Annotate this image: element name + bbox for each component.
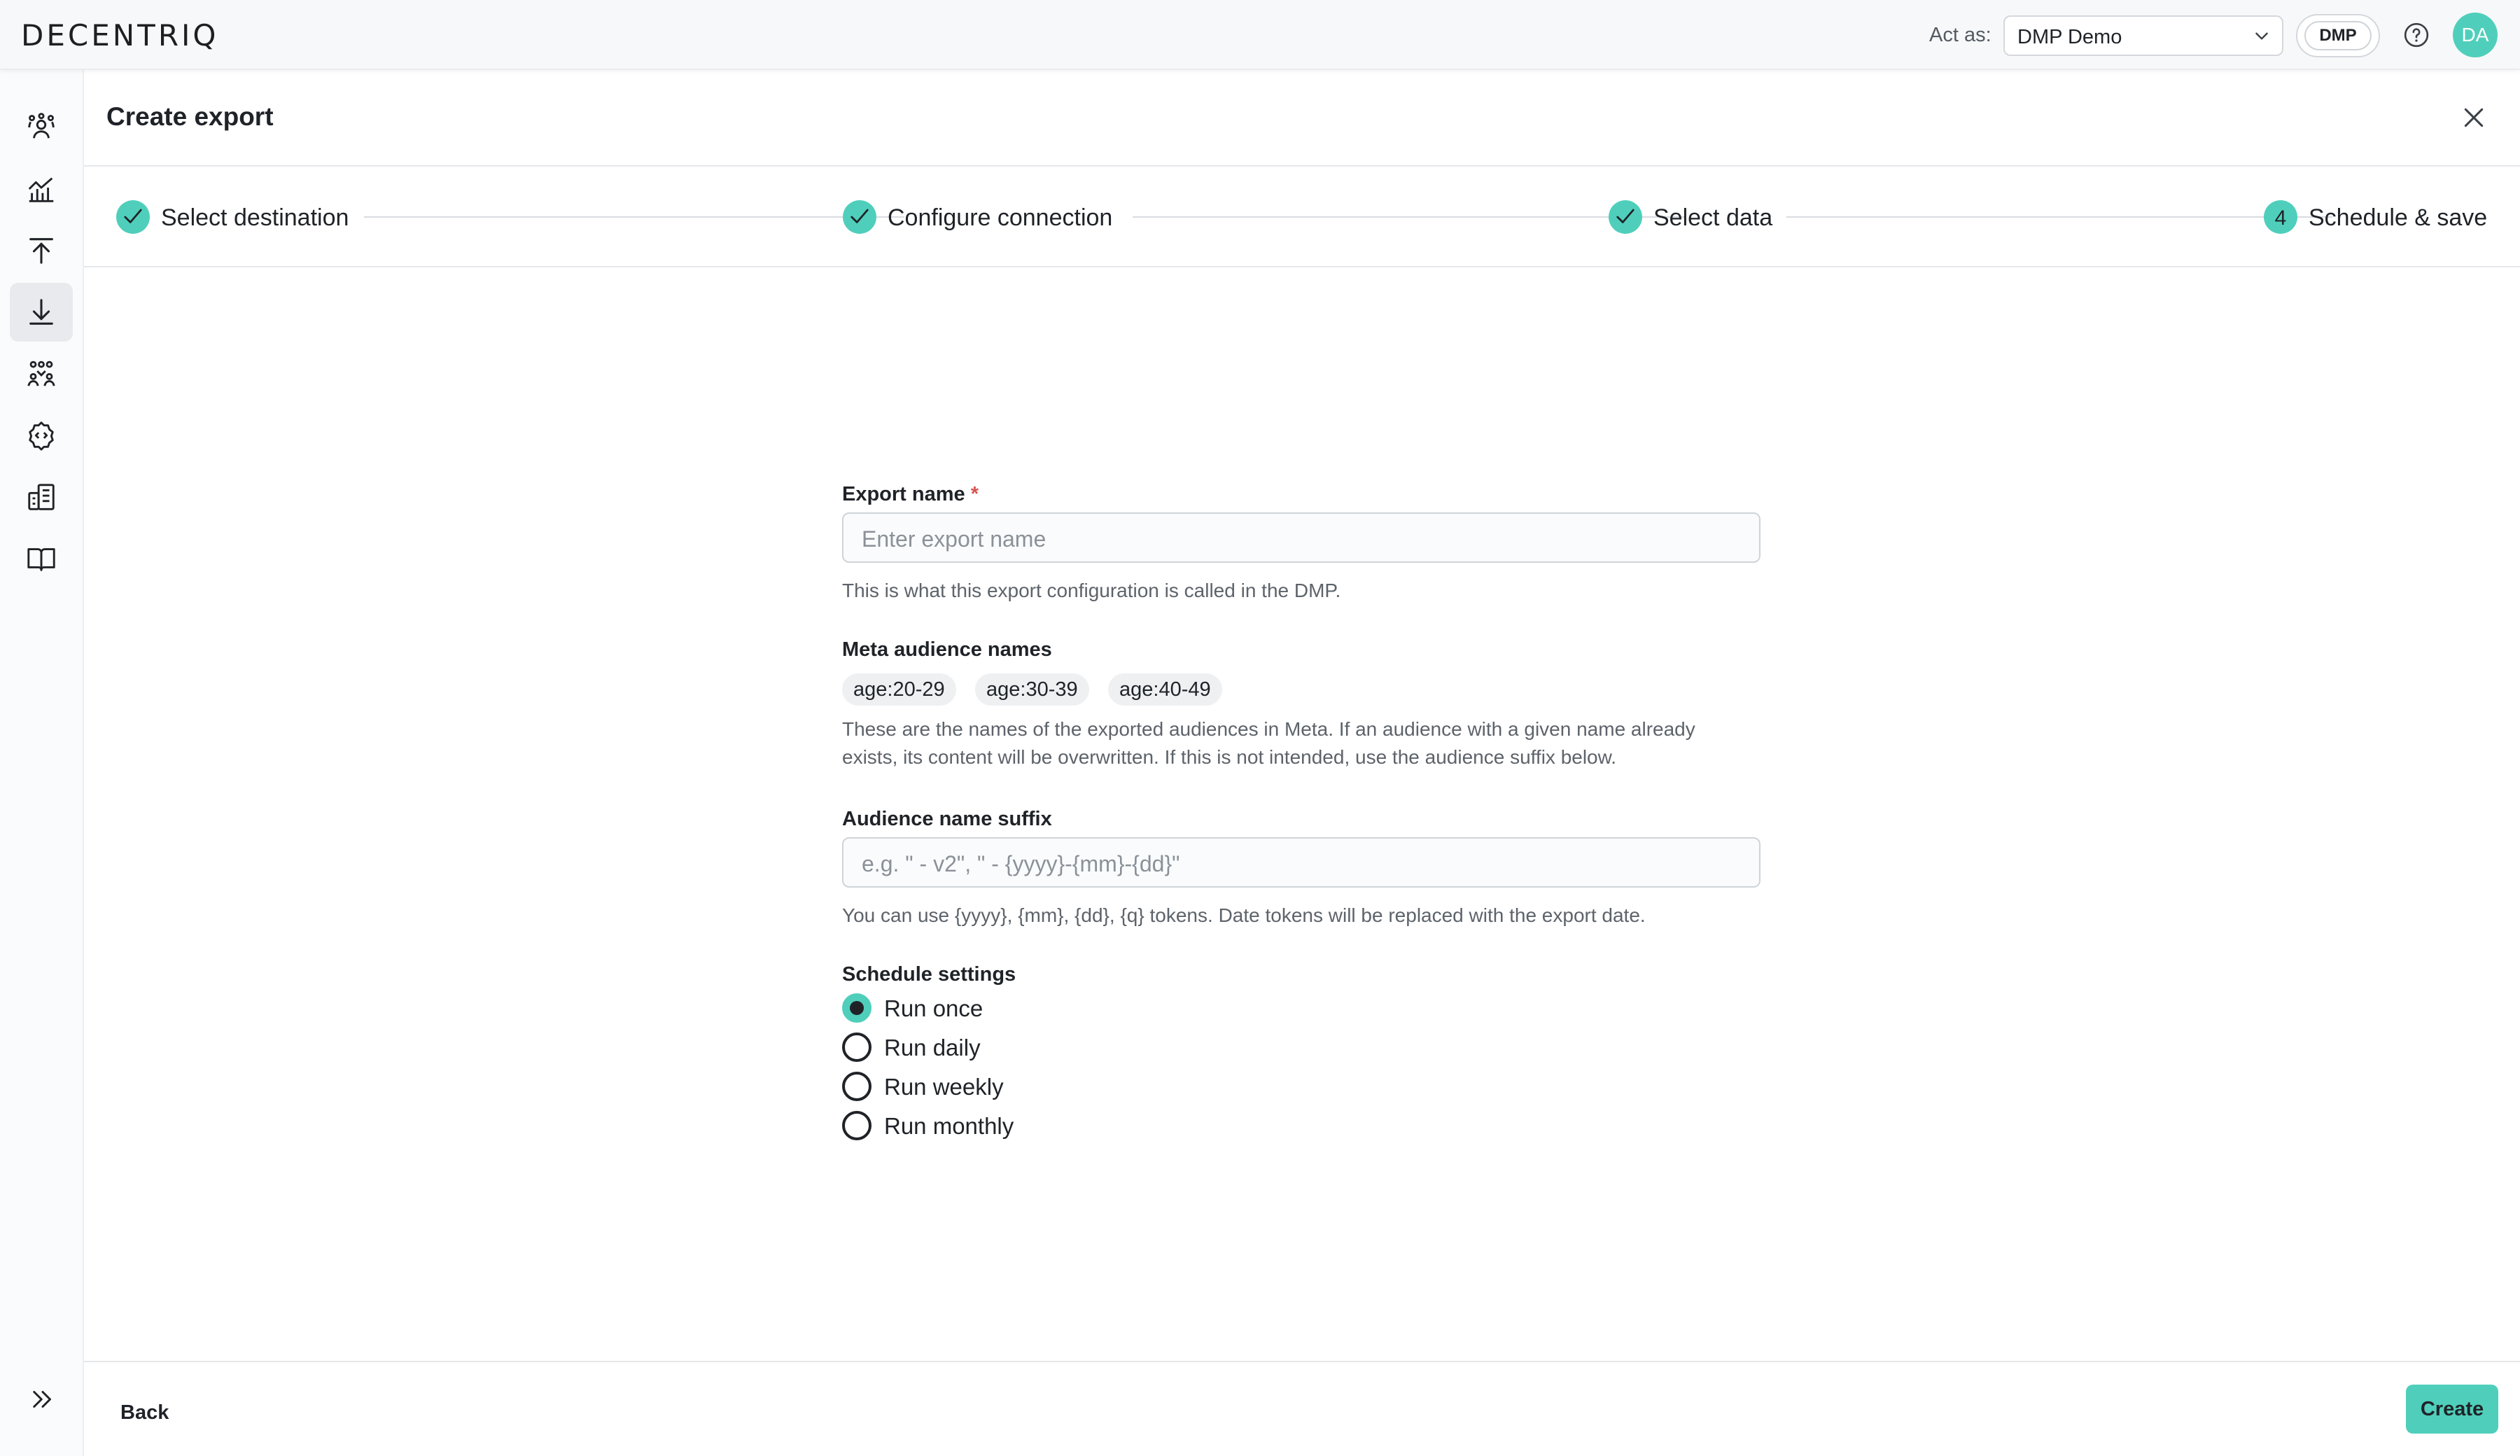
product-badge: DMP <box>2304 21 2372 50</box>
sidebar-item-insights[interactable] <box>10 160 73 218</box>
required-mark: * <box>970 483 979 505</box>
meta-audience-helper-line-1: These are the names of the exported audi… <box>842 718 1695 740</box>
step-connector <box>1786 216 2332 218</box>
back-button[interactable]: Back <box>120 1401 169 1424</box>
download-icon <box>29 299 53 325</box>
chevron-down-icon <box>2255 32 2268 40</box>
audience-suffix-label: Audience name suffix <box>842 808 1052 830</box>
step-check-icon <box>116 200 150 234</box>
users-group-icon <box>27 360 55 386</box>
sidebar-item-organization[interactable] <box>10 468 73 526</box>
step-label: Select data <box>1653 204 1773 231</box>
step-check-icon <box>1609 200 1642 234</box>
export-name-input[interactable]: Enter export name <box>842 512 1760 563</box>
user-avatar[interactable]: DA <box>2453 13 2498 57</box>
radio-button[interactable] <box>842 1032 872 1062</box>
dialog-footer: Back Create <box>84 1361 2520 1456</box>
decentriq-logo[interactable]: DECENTRIQ <box>21 18 218 52</box>
audience-suffix-helper: You can use {yyyy}, {mm}, {dd}, {q} toke… <box>842 904 1646 926</box>
step-number-badge: 4 <box>2264 200 2297 234</box>
step-check-icon <box>843 200 876 234</box>
product-switch[interactable]: DMP <box>2296 14 2380 57</box>
top-bar: DECENTRIQ Act as: DMP Demo DMP DA <box>0 0 2520 70</box>
step-connector <box>1133 216 1684 218</box>
page-title: Create export <box>106 102 274 131</box>
radio-label: Run monthly <box>884 1113 1014 1139</box>
radio-label: Run weekly <box>884 1074 1004 1100</box>
export-name-label-text: Export name <box>842 483 965 505</box>
help-icon[interactable] <box>2402 21 2430 49</box>
radio-button[interactable] <box>842 1111 872 1140</box>
audience-chip: age:20-29 <box>842 673 956 706</box>
audiences-icon <box>28 113 55 139</box>
upload-icon <box>29 238 53 264</box>
radio-button[interactable] <box>842 993 872 1023</box>
settings-code-icon <box>29 421 54 451</box>
sidebar-item-publish[interactable] <box>10 221 73 280</box>
audience-chip: age:30-39 <box>975 673 1089 706</box>
close-icon[interactable] <box>2460 104 2488 132</box>
sidebar-nav <box>0 70 84 1456</box>
docs-book-icon <box>27 548 55 571</box>
step-number: 4 <box>2274 206 2287 230</box>
act-as-select[interactable]: DMP Demo <box>2003 15 2283 56</box>
export-name-helper: This is what this export configuration i… <box>842 580 1341 601</box>
stepper: Select destination Configure connection … <box>84 168 2520 267</box>
radio-button[interactable] <box>842 1072 872 1101</box>
act-as-label: Act as: <box>1929 24 1991 46</box>
act-as-selected-value: DMP Demo <box>2017 26 2122 48</box>
audience-chip: age:40-49 <box>1108 673 1222 706</box>
sidebar-item-users[interactable] <box>10 344 73 403</box>
export-name-label: Export name * <box>842 483 979 506</box>
organization-icon <box>28 484 55 510</box>
create-button[interactable]: Create <box>2406 1385 2498 1434</box>
radio-label: Run once <box>884 995 983 1021</box>
meta-audience-helper-line-2: exists, its content will be overwritten.… <box>842 746 1617 768</box>
step-label: Select destination <box>161 204 349 231</box>
dialog-header: Create export <box>84 70 2520 167</box>
create-export-dialog: Create export Select destination Configu… <box>84 70 2520 1456</box>
sidebar-item-developer[interactable] <box>10 406 73 465</box>
schedule-settings-label: Schedule settings <box>842 963 1016 986</box>
radio-label: Run daily <box>884 1035 981 1060</box>
sidebar-item-exports[interactable] <box>10 283 73 342</box>
sidebar-item-docs[interactable] <box>10 529 73 588</box>
sidebar-item-audiences[interactable] <box>10 98 73 157</box>
step-connector <box>364 216 904 218</box>
expand-sidebar-icon[interactable] <box>28 1385 57 1414</box>
insights-chart-icon <box>28 177 54 202</box>
step-label: Configure connection <box>888 204 1113 231</box>
audience-suffix-input[interactable]: e.g. " - v2", " - {yyyy}-{mm}-{dd}" <box>842 837 1760 888</box>
meta-audience-names-label: Meta audience names <box>842 638 1052 661</box>
step-label: Schedule & save <box>2309 204 2488 231</box>
